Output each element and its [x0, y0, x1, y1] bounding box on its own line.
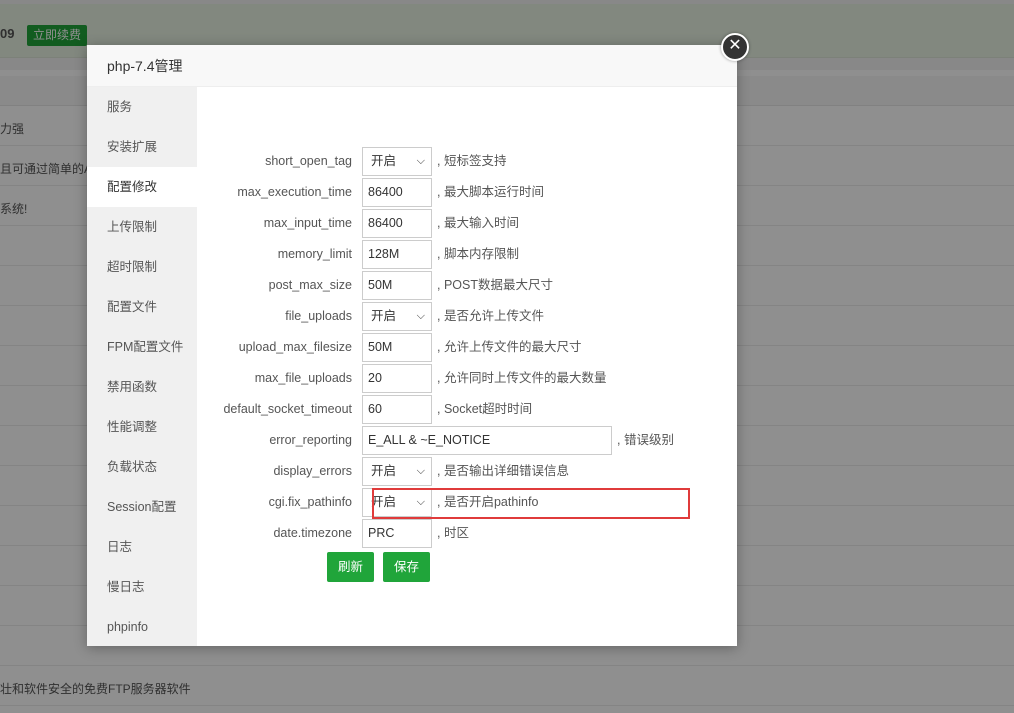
field-description: , 最大输入时间 [437, 216, 519, 230]
display-errors-select[interactable]: 开启 ⌵ [362, 457, 432, 486]
max-execution-time-input[interactable]: 86400 [362, 178, 432, 207]
sidebar-item-phpinfo[interactable]: phpinfo [87, 607, 197, 647]
close-icon[interactable]: ✕ [721, 33, 749, 61]
form-row-max-file-uploads: max_file_uploads 20 , 允许同时上传文件的最大数量 [197, 364, 737, 393]
field-description: , 允许同时上传文件的最大数量 [437, 371, 607, 385]
field-label: short_open_tag [265, 154, 352, 168]
field-label: error_reporting [269, 433, 352, 447]
form-row-cgi-fix-pathinfo: cgi.fix_pathinfo 开启 ⌵ , 是否开启pathinfo [197, 488, 737, 517]
date-timezone-input[interactable]: PRC [362, 519, 432, 548]
field-label: max_execution_time [237, 185, 352, 199]
field-description: , 是否输出详细错误信息 [437, 464, 569, 478]
field-description: , 最大脚本运行时间 [437, 185, 544, 199]
chevron-down-icon: ⌵ [416, 155, 425, 167]
field-description: , 是否允许上传文件 [437, 309, 544, 323]
form-row-max-execution-time: max_execution_time 86400 , 最大脚本运行时间 [197, 178, 737, 207]
default-socket-timeout-input[interactable]: 60 [362, 395, 432, 424]
sidebar-item-upload-limit[interactable]: 上传限制 [87, 207, 197, 247]
cgi-fix-pathinfo-select[interactable]: 开启 ⌵ [362, 488, 432, 517]
save-button[interactable]: 保存 [383, 552, 431, 582]
dialog-sidebar: 服务 安装扩展 配置修改 上传限制 超时限制 配置文件 FPM配置文件 禁用函数… [87, 87, 197, 646]
dialog-title: php-7.4管理 [87, 45, 737, 87]
post-max-size-input[interactable]: 50M [362, 271, 432, 300]
field-label: max_input_time [263, 216, 352, 230]
chevron-down-icon: ⌵ [416, 310, 425, 322]
sidebar-item-timeout-limit[interactable]: 超时限制 [87, 247, 197, 287]
upload-max-filesize-input[interactable]: 50M [362, 333, 432, 362]
field-label: default_socket_timeout [223, 402, 352, 416]
field-label: post_max_size [268, 278, 352, 292]
select-value: 开启 [371, 154, 397, 168]
field-description: , 脚本内存限制 [437, 247, 519, 261]
sidebar-item-config-file[interactable]: 配置文件 [87, 287, 197, 327]
select-value: 开启 [371, 464, 397, 478]
field-label: display_errors [273, 464, 352, 478]
form-row-display-errors: display_errors 开启 ⌵ , 是否输出详细错误信息 [197, 457, 737, 486]
field-label: date.timezone [273, 526, 352, 540]
refresh-button[interactable]: 刷新 [327, 552, 375, 582]
field-description: , 短标签支持 [437, 154, 507, 168]
field-description: , 错误级别 [617, 433, 674, 447]
field-description: , POST数据最大尺寸 [437, 278, 553, 292]
form-row-default-socket-timeout: default_socket_timeout 60 , Socket超时时间 [197, 395, 737, 424]
form-row-file-uploads: file_uploads 开启 ⌵ , 是否允许上传文件 [197, 302, 737, 331]
error-reporting-input[interactable]: E_ALL & ~E_NOTICE [362, 426, 612, 455]
select-value: 开启 [371, 309, 397, 323]
chevron-down-icon: ⌵ [416, 496, 425, 508]
sidebar-item-performance[interactable]: 性能调整 [87, 407, 197, 447]
form-row-short-open-tag: short_open_tag 开启 ⌵ , 短标签支持 [197, 147, 737, 176]
max-file-uploads-input[interactable]: 20 [362, 364, 432, 393]
form-row-max-input-time: max_input_time 86400 , 最大输入时间 [197, 209, 737, 238]
sidebar-item-logs[interactable]: 日志 [87, 527, 197, 567]
field-description: , 时区 [437, 526, 469, 540]
sidebar-item-service[interactable]: 服务 [87, 87, 197, 127]
field-description: , 是否开启pathinfo [437, 495, 539, 509]
field-label: memory_limit [277, 247, 352, 261]
field-description: , Socket超时时间 [437, 402, 533, 416]
sidebar-item-load-status[interactable]: 负载状态 [87, 447, 197, 487]
sidebar-item-slow-logs[interactable]: 慢日志 [87, 567, 197, 607]
field-label: upload_max_filesize [238, 340, 352, 354]
field-label: cgi.fix_pathinfo [268, 495, 352, 509]
field-description: , 允许上传文件的最大尺寸 [437, 340, 582, 354]
field-label: file_uploads [285, 309, 352, 323]
file-uploads-select[interactable]: 开启 ⌵ [362, 302, 432, 331]
sidebar-item-session[interactable]: Session配置 [87, 487, 197, 527]
php-manager-dialog: php-7.4管理 服务 安装扩展 配置修改 上传限制 超时限制 配置文件 FP… [87, 45, 737, 646]
form-row-post-max-size: post_max_size 50M , POST数据最大尺寸 [197, 271, 737, 300]
sidebar-item-fpm-config[interactable]: FPM配置文件 [87, 327, 197, 367]
chevron-down-icon: ⌵ [416, 465, 425, 477]
short-open-tag-select[interactable]: 开启 ⌵ [362, 147, 432, 176]
form-row-upload-max-filesize: upload_max_filesize 50M , 允许上传文件的最大尺寸 [197, 333, 737, 362]
max-input-time-input[interactable]: 86400 [362, 209, 432, 238]
config-form: short_open_tag 开启 ⌵ , 短标签支持 max_executio… [197, 87, 737, 646]
select-value: 开启 [371, 495, 397, 509]
sidebar-item-config-edit[interactable]: 配置修改 [87, 167, 197, 207]
form-row-error-reporting: error_reporting E_ALL & ~E_NOTICE , 错误级别 [197, 426, 737, 455]
sidebar-item-disabled-functions[interactable]: 禁用函数 [87, 367, 197, 407]
sidebar-item-install-extensions[interactable]: 安装扩展 [87, 127, 197, 167]
field-label: max_file_uploads [254, 371, 352, 385]
memory-limit-input[interactable]: 128M [362, 240, 432, 269]
form-row-memory-limit: memory_limit 128M , 脚本内存限制 [197, 240, 737, 269]
form-row-date-timezone: date.timezone PRC , 时区 [197, 519, 737, 548]
